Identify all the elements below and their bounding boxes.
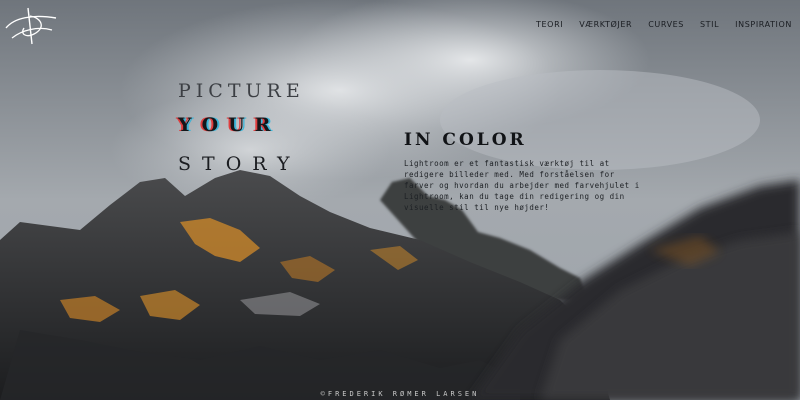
signature-logo-icon: [5, 7, 57, 45]
hero-background: [0, 0, 800, 400]
nav-item-curves[interactable]: CURVES: [648, 20, 684, 29]
hero-photo: [0, 0, 800, 400]
nav-item-stil[interactable]: STIL: [700, 20, 719, 29]
nav-item-vaerktoejer[interactable]: VÆRKTØJER: [579, 20, 632, 29]
main-nav: TEORI VÆRKTØJER CURVES STIL INSPIRATION: [536, 20, 792, 29]
nav-item-teori[interactable]: TEORI: [536, 20, 563, 29]
section-heading: IN COLOR: [404, 130, 527, 150]
nav-item-inspiration[interactable]: INSPIRATION: [735, 20, 792, 29]
hero-title-story: STORY: [178, 153, 301, 175]
hero-title-picture: PICTURE: [178, 80, 305, 102]
site-logo[interactable]: [2, 4, 60, 46]
intro-paragraph: Lightroom er et fantastisk værktøj til a…: [404, 159, 640, 212]
footer-credit: ©FREDERIK RØMER LARSEN: [320, 390, 480, 398]
hero-title-your: YOUR: [178, 114, 281, 136]
